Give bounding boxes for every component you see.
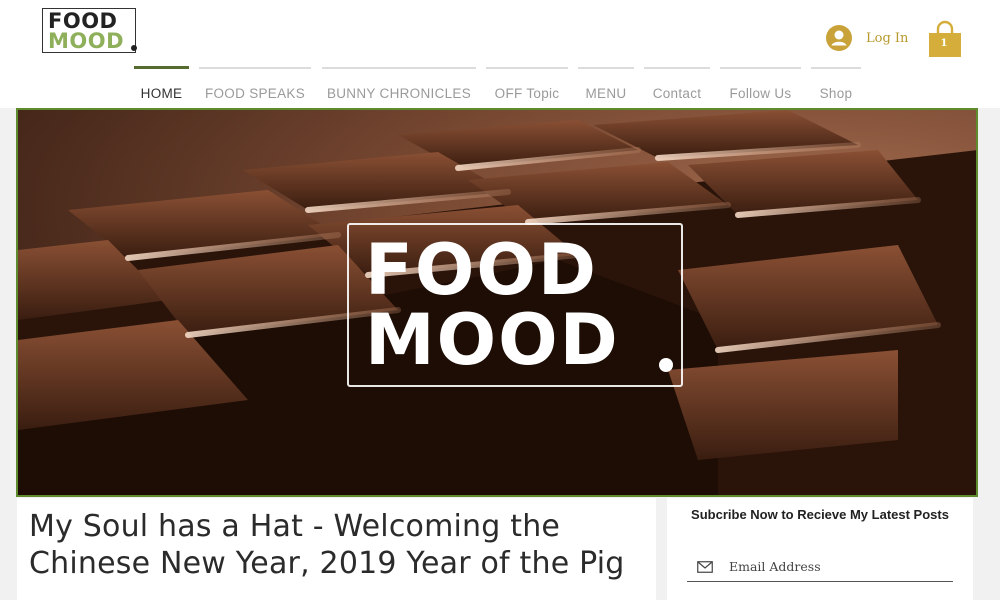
nav-indicator [578,67,634,69]
nav-label: OFF Topic [494,86,560,101]
site-header: FOOD MOOD Log In 1 HOME FOOD SPEAKS BUNN… [0,0,1000,108]
logo-dot [131,45,137,51]
hero-banner: FOOD MOOD [16,108,978,497]
nav-label: Shop [819,86,853,101]
nav-item-contact[interactable]: Contact [644,66,710,104]
login-button[interactable]: Log In [825,24,908,52]
nav-indicator [199,67,311,69]
nav-item-bunny-chronicles[interactable]: BUNNY CHRONICLES [322,66,476,104]
nav-indicator [134,66,189,69]
hero-logo: FOOD MOOD [347,223,683,387]
nav-label: FOOD SPEAKS [204,86,306,101]
nav-label: HOME [140,86,183,101]
subscribe-title: Subcribe Now to Recieve My Latest Posts [691,507,949,522]
nav-label: Follow Us [729,86,792,101]
nav-indicator [322,67,476,69]
nav-label: Contact [652,86,702,101]
post-title[interactable]: My Soul has a Hat - Welcoming the Chines… [29,508,649,582]
email-placeholder: Email Address [729,559,821,574]
post-card: My Soul has a Hat - Welcoming the Chines… [17,498,656,600]
nav-item-follow-us[interactable]: Follow Us [720,66,801,104]
nav-item-shop[interactable]: Shop [811,66,861,104]
logo-line-2: MOOD [48,29,125,53]
main-nav: HOME FOOD SPEAKS BUNNY CHRONICLES OFF To… [0,66,1000,108]
nav-indicator [486,67,568,69]
cart-button[interactable]: 1 [927,20,963,58]
nav-item-home[interactable]: HOME [134,66,189,104]
nav-item-off-topic[interactable]: OFF Topic [486,66,568,104]
mail-icon [697,561,713,573]
hero-logo-line-1: FOOD [365,229,598,311]
email-field[interactable]: Email Address [687,556,953,582]
site-logo[interactable]: FOOD MOOD [42,8,137,53]
nav-label: MENU [585,86,627,101]
nav-indicator [811,67,861,69]
nav-label: BUNNY CHRONICLES [326,86,472,101]
cart-count: 1 [940,38,948,49]
nav-item-food-speaks[interactable]: FOOD SPEAKS [199,66,311,104]
nav-item-menu[interactable]: MENU [578,66,634,104]
hero-logo-line-2: MOOD [365,299,620,381]
nav-indicator [720,67,801,69]
nav-indicator [644,67,710,69]
login-label: Log In [866,30,909,46]
subscribe-widget: Subcribe Now to Recieve My Latest Posts … [667,498,973,600]
hero-logo-dot [659,358,673,372]
avatar-icon [826,25,852,51]
